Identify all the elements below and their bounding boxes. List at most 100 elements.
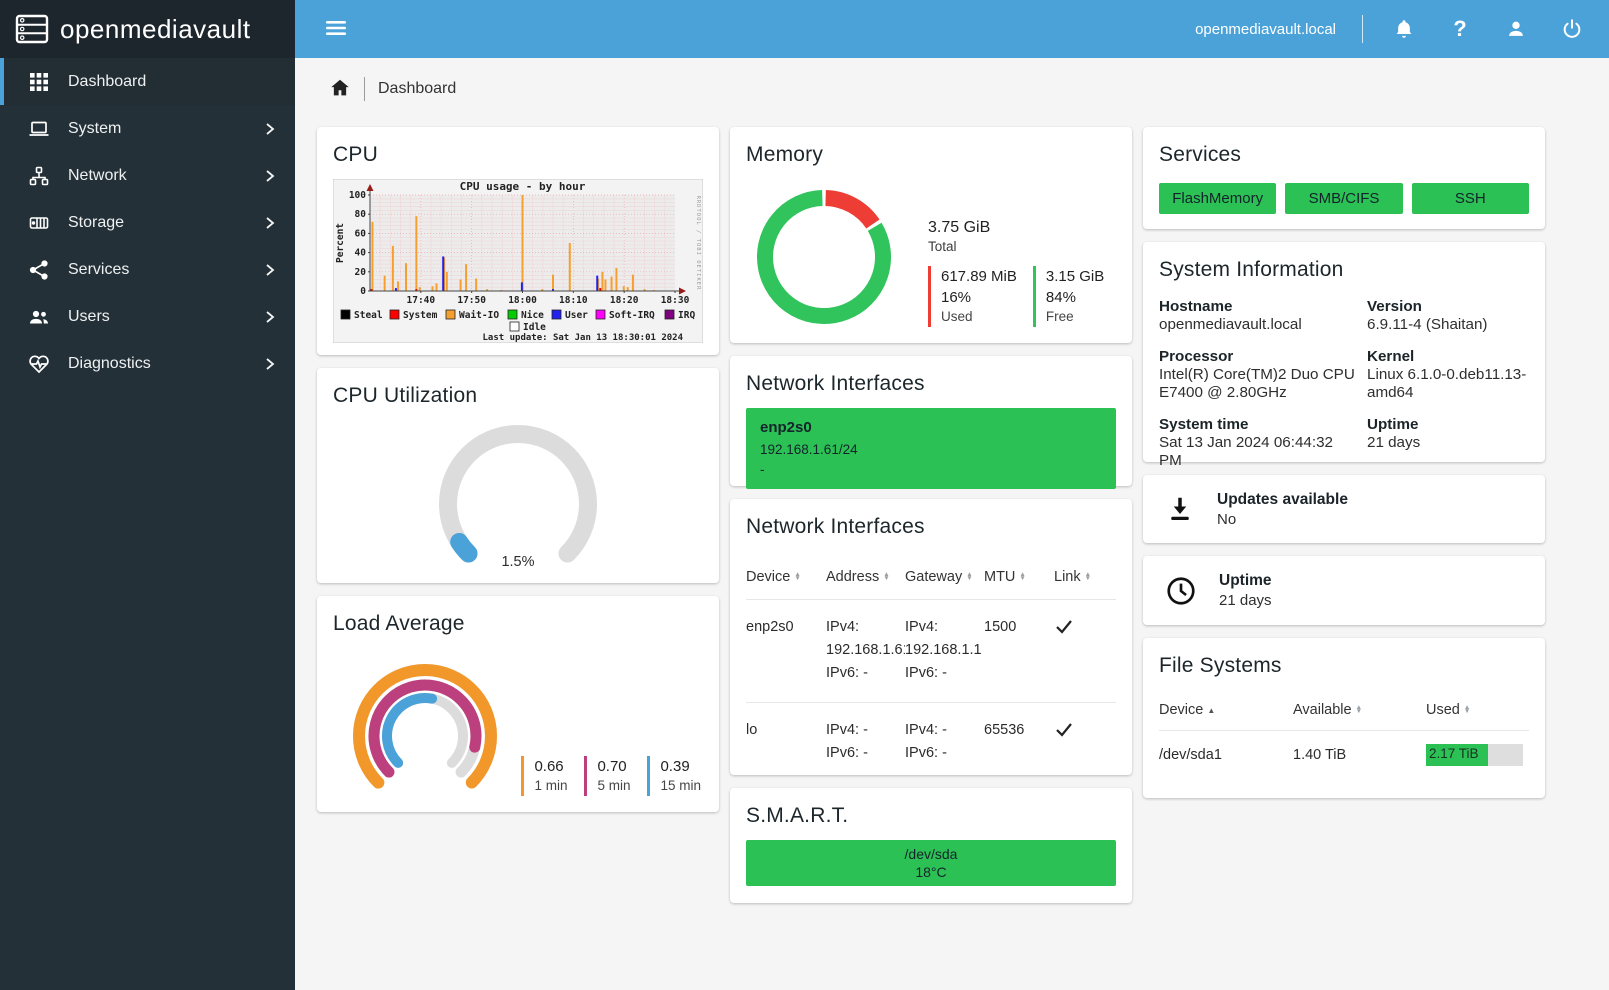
svg-text:18:20: 18:20 [610, 295, 639, 306]
load-legend-5min: 0.70 5 min [584, 756, 630, 796]
sysinfo-system-time: System time Sat 13 Jan 2024 06:44:32 PM [1159, 415, 1333, 470]
chevron-right-icon [266, 216, 275, 229]
svg-text:Nice: Nice [521, 310, 544, 321]
smart-device-chip: /dev/sda 18°C [746, 840, 1116, 886]
chevron-right-icon [266, 263, 275, 276]
svg-text:Idle: Idle [523, 322, 546, 333]
updates-value: No [1217, 510, 1237, 528]
card-title: CPU [333, 143, 378, 166]
sysinfo-hostname: Hostname openmediavault.local [1159, 298, 1302, 333]
interface-name: enp2s0 [760, 419, 812, 436]
sort-icon: ▲ ▼ [1084, 571, 1092, 582]
service-smb-cifs[interactable]: SMB/CIFS [1285, 183, 1403, 214]
card-title: Services [1159, 143, 1242, 166]
service-flashmemory[interactable]: FlashMemory [1159, 183, 1277, 214]
sort-icon: ▲ ▼ [794, 571, 801, 582]
home-button[interactable] [329, 77, 351, 102]
sidebar-item-diagnostics[interactable]: Diagnostics [0, 340, 295, 387]
sidebar-item-label: System [68, 119, 122, 137]
logo-text: openmediavault [60, 13, 251, 44]
chevron-right-icon [266, 357, 275, 370]
column-device[interactable]: Device ▲ [1159, 702, 1293, 718]
interface-address: 192.168.1.61/24 [760, 441, 858, 457]
svg-text:20: 20 [355, 267, 367, 278]
card-file-systems: File Systems Device ▲ Available ▲ ▼ Used ▲ ▼ … [1143, 638, 1545, 798]
svg-text:80: 80 [355, 209, 367, 220]
svg-text:IRQ: IRQ [678, 310, 695, 321]
svg-text:System: System [403, 310, 438, 321]
sort-icon: ▲ ▼ [1463, 704, 1471, 715]
sidebar-item-users[interactable]: Users [0, 293, 295, 340]
sidebar-item-system[interactable]: System [0, 105, 295, 152]
used-progress-bar: 2.17 TiB [1426, 744, 1523, 766]
memory-used-legend: 617.89 MiB 16% Used [928, 266, 1017, 327]
card-title: Load Average [333, 612, 465, 635]
table-header: Device ▲ ▼ Address ▲ ▼ Gateway ▲ ▼ MTU ▲ ▼ Link ▲… [746, 563, 1116, 599]
users-icon [27, 305, 51, 329]
card-load-average: Load Average 0.66 1 min 0.70 5 min 0.39 [317, 596, 719, 812]
cell-link [1054, 616, 1114, 686]
updates-text: Updates available No [1217, 491, 1348, 528]
memory-free-legend: 3.15 GiB 84% Free [1032, 266, 1104, 327]
menu-toggle-button[interactable] [320, 12, 352, 47]
user-menu-button[interactable] [1501, 14, 1531, 44]
sidebar-item-dashboard[interactable]: Dashboard [0, 58, 295, 105]
card-title: S.M.A.R.T. [746, 804, 849, 827]
memory-stats: 3.75 GiB Total 617.89 MiB 16% Used 3.15 … [928, 179, 1104, 331]
sidebar: openmediavault Dashboard System Network … [0, 0, 295, 990]
home-icon [331, 79, 349, 95]
column-gateway[interactable]: Gateway ▲ ▼ [905, 569, 984, 585]
sysinfo-uptime: Uptime 21 days [1367, 415, 1421, 451]
help-button[interactable]: ? [1445, 14, 1475, 44]
cell-mtu: 65536 [984, 721, 1025, 738]
sidebar-item-label: Diagnostics [68, 354, 151, 372]
service-ssh[interactable]: SSH [1411, 183, 1529, 214]
column-available[interactable]: Available ▲ ▼ [1293, 702, 1426, 718]
breadcrumb-title: Dashboard [378, 80, 457, 97]
cell-gateway: IPv4: - IPv6: - [905, 721, 947, 761]
power-button[interactable] [1557, 14, 1587, 44]
cell-address: IPv4: 192.168.1.61 IPv6: - [826, 619, 905, 682]
svg-text:Percent: Percent [335, 223, 346, 263]
cell-mtu: 1500 [984, 619, 1017, 635]
table-row: lo IPv4: - IPv6: - IPv4: - IPv6: - 65536 [746, 701, 1116, 781]
logo[interactable]: openmediavault [0, 0, 295, 58]
card-uptime: Uptime 21 days [1143, 556, 1545, 625]
chevron-right-icon [266, 310, 275, 323]
sidebar-item-network[interactable]: Network [0, 152, 295, 199]
cpu-utilization-gauge [439, 425, 597, 563]
person-icon [1509, 21, 1523, 36]
cell-device: lo [746, 721, 758, 738]
cell-address: IPv4: - IPv6: - [826, 721, 868, 761]
interface-status-chip: enp2s0 192.168.1.61/24 - [746, 408, 1116, 489]
svg-text:18:30: 18:30 [661, 295, 690, 306]
card-network-interfaces-status: Network Interfaces enp2s0 192.168.1.61/2… [730, 356, 1132, 489]
card-cpu-utilization: CPU Utilization 1.5% [317, 368, 719, 583]
column-address[interactable]: Address ▲ ▼ [826, 569, 905, 585]
uptime-text: Uptime 21 days [1219, 572, 1272, 609]
storage-icon [27, 211, 51, 235]
sidebar-item-storage[interactable]: Storage [0, 199, 295, 246]
card-title: Memory [746, 143, 824, 166]
sysinfo-processor: Processor Intel(R) Core(TM)2 Duo CPU E74… [1159, 347, 1355, 402]
column-link[interactable]: Link ▲ ▼ [1054, 569, 1114, 585]
column-used[interactable]: Used ▲ ▼ [1426, 702, 1529, 718]
column-device[interactable]: Device ▲ ▼ [746, 569, 826, 585]
notifications-button[interactable] [1389, 14, 1419, 44]
sidebar-item-label: Network [68, 166, 127, 184]
chevron-right-icon [266, 169, 275, 182]
sidebar-item-services[interactable]: Services [0, 246, 295, 293]
sidebar-item-label: Dashboard [68, 72, 147, 90]
hamburger-icon [326, 20, 346, 35]
bell-icon [1396, 20, 1412, 38]
cell-device: enp2s0 [746, 619, 794, 635]
column-mtu[interactable]: MTU ▲ ▼ [984, 569, 1054, 585]
svg-text:0: 0 [360, 286, 366, 297]
dashboard-grid-icon [27, 70, 51, 94]
svg-text:17:50: 17:50 [457, 295, 486, 306]
breadcrumb: Dashboard [329, 73, 1609, 105]
sidebar-nav: Dashboard System Network Storage Service… [0, 58, 295, 387]
cpu-utilization-value: 1.5% [501, 554, 535, 570]
app-root: openmediavault Dashboard System Network … [0, 0, 1609, 990]
link-check-icon [1056, 620, 1072, 634]
